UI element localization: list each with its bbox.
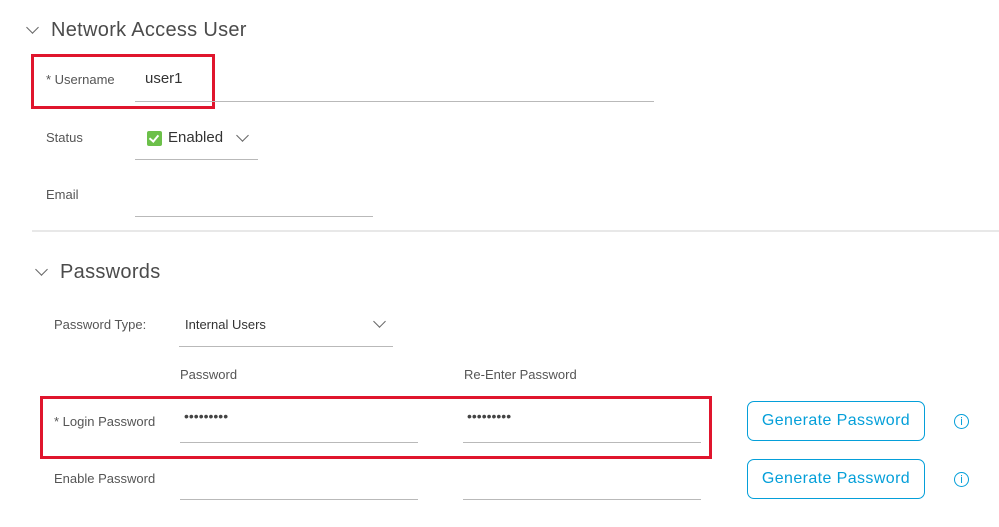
section-title-passwords: Passwords — [60, 261, 161, 283]
enable-password-reenter-underline — [463, 499, 701, 500]
username-underline — [135, 101, 654, 102]
collapse-chevron-icon[interactable] — [35, 263, 48, 276]
generate-login-password-button[interactable]: Generate Password — [747, 401, 925, 441]
enable-password-input[interactable] — [184, 466, 418, 496]
status-dropdown[interactable]: Enabled — [135, 124, 258, 160]
enabled-check-icon — [147, 131, 162, 146]
login-password-reenter-input[interactable]: ••••••••• — [467, 408, 701, 438]
login-password-underline — [180, 442, 418, 443]
section-divider — [32, 230, 999, 232]
username-label: * Username — [46, 72, 115, 87]
password-type-underline — [179, 346, 393, 347]
status-label: Status — [46, 130, 83, 145]
username-input[interactable]: user1 — [145, 70, 645, 87]
collapse-chevron-icon[interactable] — [26, 21, 39, 34]
password-type-dropdown[interactable]: Internal Users — [179, 310, 393, 346]
password-type-value: Internal Users — [185, 317, 266, 332]
section-title-network-access-user: Network Access User — [51, 19, 247, 41]
email-label: Email — [46, 187, 79, 202]
password-column-header: Password — [180, 367, 238, 382]
enable-password-reenter-input[interactable] — [467, 466, 701, 496]
chevron-down-icon — [373, 315, 386, 328]
info-icon[interactable]: i — [954, 414, 969, 429]
email-input[interactable] — [135, 185, 373, 213]
chevron-down-icon — [236, 129, 249, 142]
status-value: Enabled — [168, 129, 224, 146]
status-underline — [135, 159, 258, 160]
reenter-password-column-header: Re-Enter Password — [464, 367, 577, 382]
login-password-input[interactable]: ••••••••• — [184, 408, 418, 438]
password-type-label: Password Type: — [54, 317, 147, 332]
info-icon[interactable]: i — [954, 472, 969, 487]
enable-password-label: Enable Password — [54, 471, 156, 486]
login-password-reenter-underline — [463, 442, 701, 443]
generate-enable-password-button[interactable]: Generate Password — [747, 459, 925, 499]
login-password-label: * Login Password — [54, 414, 156, 429]
enable-password-underline — [180, 499, 418, 500]
email-underline — [135, 216, 373, 217]
